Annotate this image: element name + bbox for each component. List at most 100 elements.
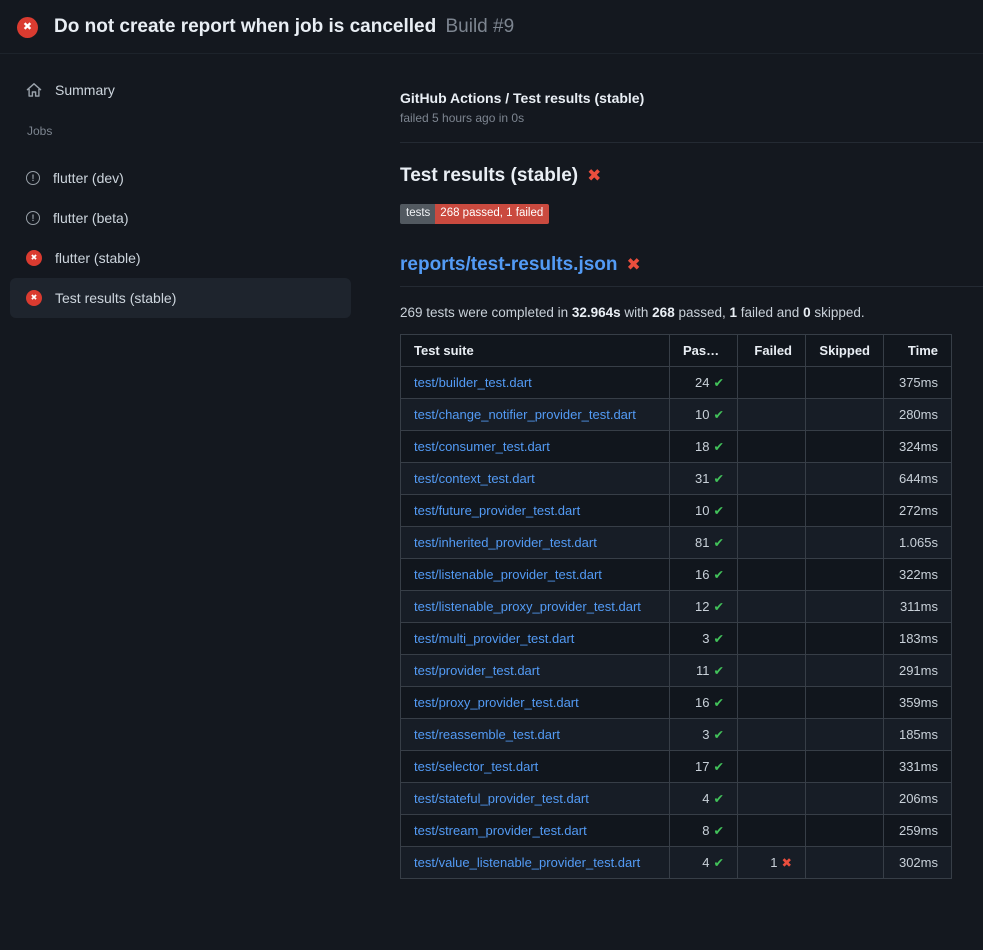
- summary-text: 269 tests were completed in: [400, 305, 572, 320]
- passed-cell: 10✔: [670, 398, 738, 430]
- sidebar-item-label: flutter (beta): [53, 210, 128, 226]
- passed-count: 12: [695, 599, 709, 614]
- check-icon: ✔: [714, 824, 724, 838]
- results-table: Test suite Passed Failed Skipped Time te…: [400, 334, 952, 879]
- table-row: test/builder_test.dart 24✔ 375ms: [401, 366, 952, 398]
- suite-link[interactable]: test/consumer_test.dart: [414, 439, 550, 454]
- breadcrumb: GitHub Actions / Test results (stable): [400, 90, 983, 106]
- sidebar-item-label: Summary: [55, 82, 115, 98]
- passed-cell: 4✔: [670, 846, 738, 878]
- summary-failed: 1: [730, 305, 738, 320]
- x-icon: ✖: [23, 22, 32, 33]
- suite-link[interactable]: test/future_provider_test.dart: [414, 503, 580, 518]
- table-row: test/future_provider_test.dart 10✔ 272ms: [401, 494, 952, 526]
- check-icon: ✔: [714, 408, 724, 422]
- skipped-cell: [806, 750, 884, 782]
- failed-count: 1: [770, 855, 777, 870]
- section-title: Test results (stable) ✖: [400, 165, 951, 187]
- suite-link[interactable]: test/listenable_provider_test.dart: [414, 567, 602, 582]
- summary-passed: 268: [652, 305, 675, 320]
- check-icon: ✔: [714, 728, 724, 742]
- suite-link[interactable]: test/listenable_proxy_provider_test.dart: [414, 599, 641, 614]
- main-content: GitHub Actions / Test results (stable) f…: [400, 54, 983, 879]
- passed-cell: 24✔: [670, 366, 738, 398]
- summary-line: 269 tests were completed in 32.964s with…: [400, 305, 951, 320]
- suite-link[interactable]: test/value_listenable_provider_test.dart: [414, 855, 640, 870]
- failed-icon: ✖: [26, 250, 42, 266]
- cancelled-icon: !: [26, 211, 40, 225]
- suite-link[interactable]: test/inherited_provider_test.dart: [414, 535, 597, 550]
- passed-cell: 3✔: [670, 718, 738, 750]
- summary-text: passed,: [675, 305, 730, 320]
- failed-cell: [738, 558, 806, 590]
- passed-cell: 17✔: [670, 750, 738, 782]
- col-skipped: Skipped: [806, 334, 884, 366]
- passed-cell: 3✔: [670, 622, 738, 654]
- suite-cell: test/proxy_provider_test.dart: [401, 686, 670, 718]
- passed-count: 4: [702, 855, 709, 870]
- failed-cell: [738, 750, 806, 782]
- passed-count: 18: [695, 439, 709, 454]
- sidebar-item-summary[interactable]: Summary: [10, 70, 351, 110]
- badge-value: 268 passed, 1 failed: [435, 204, 549, 224]
- time-cell: 311ms: [884, 590, 952, 622]
- col-test-suite: Test suite: [401, 334, 670, 366]
- table-row: test/reassemble_test.dart 3✔ 185ms: [401, 718, 952, 750]
- sidebar-item-flutter-dev[interactable]: ! flutter (dev): [10, 158, 351, 198]
- summary-text: failed and: [737, 305, 803, 320]
- failed-cell: [738, 782, 806, 814]
- passed-cell: 18✔: [670, 430, 738, 462]
- run-title: Do not create report when job is cancell…: [54, 16, 436, 37]
- time-cell: 331ms: [884, 750, 952, 782]
- time-cell: 185ms: [884, 718, 952, 750]
- x-icon: ✖: [627, 255, 641, 275]
- passed-count: 3: [702, 727, 709, 742]
- col-failed: Failed: [738, 334, 806, 366]
- suite-link[interactable]: test/proxy_provider_test.dart: [414, 695, 579, 710]
- sidebar-item-label: flutter (stable): [55, 250, 141, 266]
- x-icon: ✖: [587, 166, 601, 186]
- check-icon: ✔: [714, 504, 724, 518]
- report-title: reports/test-results.json ✖: [400, 254, 983, 287]
- table-row: test/context_test.dart 31✔ 644ms: [401, 462, 952, 494]
- skipped-cell: [806, 622, 884, 654]
- time-cell: 291ms: [884, 654, 952, 686]
- skipped-cell: [806, 430, 884, 462]
- suite-cell: test/builder_test.dart: [401, 366, 670, 398]
- suite-link[interactable]: test/provider_test.dart: [414, 663, 540, 678]
- results-table-body: test/builder_test.dart 24✔ 375ms test/ch…: [401, 366, 952, 878]
- sidebar-item-label: Test results (stable): [55, 290, 176, 306]
- report-link[interactable]: reports/test-results.json: [400, 254, 618, 276]
- sidebar-item-flutter-beta[interactable]: ! flutter (beta): [10, 198, 351, 238]
- failed-cell: [738, 590, 806, 622]
- badge-label: tests: [400, 204, 435, 224]
- suite-link[interactable]: test/stateful_provider_test.dart: [414, 791, 589, 806]
- table-row: test/change_notifier_provider_test.dart …: [401, 398, 952, 430]
- suite-cell: test/selector_test.dart: [401, 750, 670, 782]
- tests-badge: tests 268 passed, 1 failed: [400, 204, 549, 224]
- page-title: Do not create report when job is cancell…: [54, 16, 514, 38]
- suite-cell: test/provider_test.dart: [401, 654, 670, 686]
- passed-cell: 8✔: [670, 814, 738, 846]
- suite-link[interactable]: test/multi_provider_test.dart: [414, 631, 574, 646]
- suite-cell: test/multi_provider_test.dart: [401, 622, 670, 654]
- time-cell: 280ms: [884, 398, 952, 430]
- suite-link[interactable]: test/stream_provider_test.dart: [414, 823, 587, 838]
- col-passed: Passed: [670, 334, 738, 366]
- page-header: ✖ Do not create report when job is cance…: [0, 0, 983, 54]
- sidebar-item-flutter-stable[interactable]: ✖ flutter (stable): [10, 238, 351, 278]
- skipped-cell: [806, 494, 884, 526]
- suite-link[interactable]: test/builder_test.dart: [414, 375, 532, 390]
- suite-link[interactable]: test/context_test.dart: [414, 471, 535, 486]
- passed-cell: 10✔: [670, 494, 738, 526]
- time-cell: 644ms: [884, 462, 952, 494]
- failed-cell: [738, 366, 806, 398]
- section-title-text: Test results (stable): [400, 165, 578, 187]
- suite-cell: test/inherited_provider_test.dart: [401, 526, 670, 558]
- suite-link[interactable]: test/reassemble_test.dart: [414, 727, 560, 742]
- failed-cell: [738, 462, 806, 494]
- sidebar-item-test-results-stable[interactable]: ✖ Test results (stable): [10, 278, 351, 318]
- suite-link[interactable]: test/change_notifier_provider_test.dart: [414, 407, 636, 422]
- suite-link[interactable]: test/selector_test.dart: [414, 759, 538, 774]
- time-cell: 1.065s: [884, 526, 952, 558]
